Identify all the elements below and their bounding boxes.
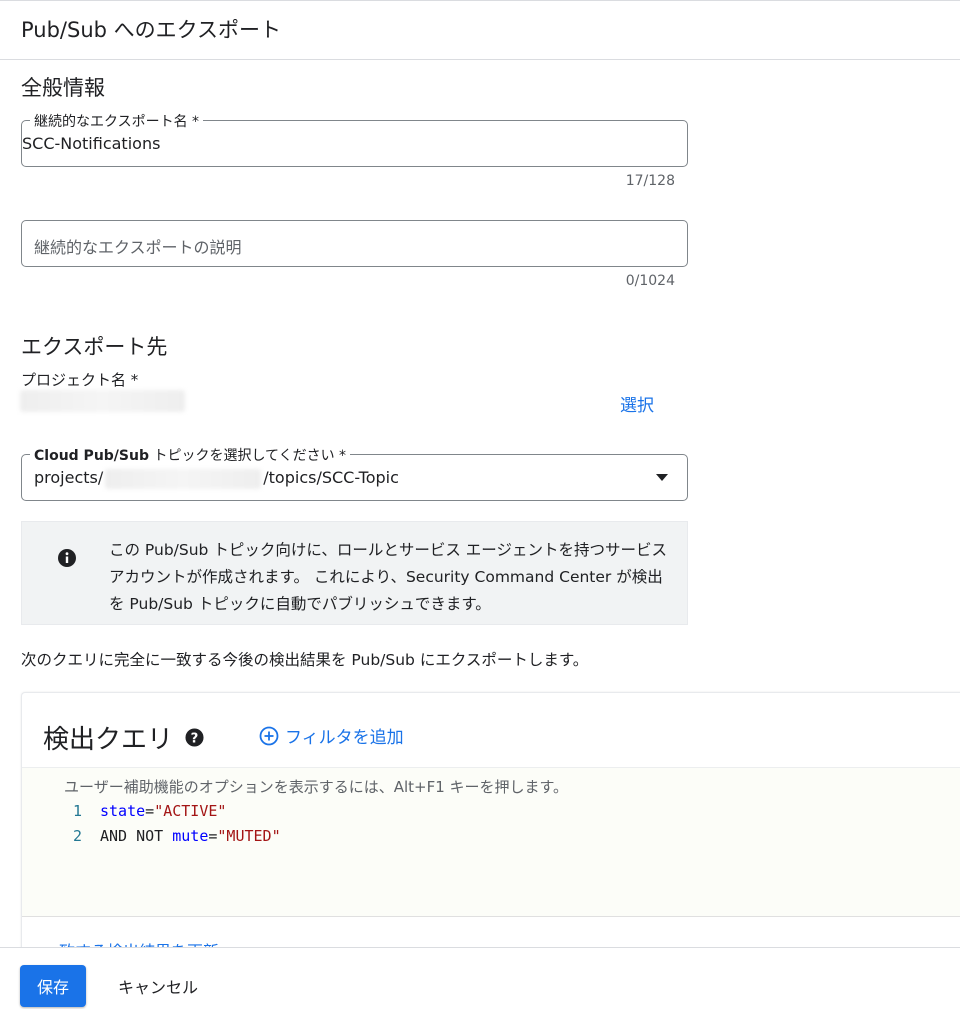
export-name-field[interactable]: 継続的なエクスポート名 * SCC-Notifications: [21, 111, 688, 167]
project-id-redacted: [105, 468, 262, 489]
export-description-placeholder: 継続的なエクスポートの説明: [34, 238, 242, 257]
export-pubsub-page: Pub/Sub へのエクスポート 全般情報 継続的なエクスポート名 * SCC-…: [0, 0, 960, 1009]
project-name-redacted: [20, 390, 185, 412]
query-editor[interactable]: ユーザー補助機能のオプションを表示するには、Alt+F1 キーを押します。 1s…: [22, 767, 960, 917]
select-project-link[interactable]: 選択: [620, 391, 654, 416]
info-banner: この Pub/Sub トピック向けに、ロールとサービス エージェントを持つサービ…: [21, 521, 688, 625]
export-name-counter: 17/128: [625, 173, 675, 189]
pubsub-topic-select[interactable]: Cloud Pub/Sub トピックを選択してください * projects//…: [21, 445, 688, 501]
line-number: 1: [72, 802, 82, 820]
code-line: 2 AND NOT mute="MUTED": [22, 827, 281, 845]
footer-actions: 保存 キャンセル: [0, 947, 960, 1009]
project-label: プロジェクト名 *: [21, 371, 139, 389]
code-line: 1 state="ACTIVE": [22, 802, 226, 820]
query-description: 次のクエリに完全に一致する今後の検出結果を Pub/Sub にエクスポートします…: [21, 651, 589, 669]
editor-accessibility-hint: ユーザー補助機能のオプションを表示するには、Alt+F1 キーを押します。: [64, 778, 569, 796]
destination-section-title: エクスポート先: [21, 335, 168, 359]
general-section-title: 全般情報: [21, 76, 105, 100]
findings-query-card: 検出クエリ ? フィルタを追加 ユーザー補助機能のオプションを表示するには、Al…: [21, 692, 960, 961]
pubsub-topic-value: projects//topics/SCC-Topic: [34, 468, 399, 489]
query-title: 検出クエリ: [43, 725, 174, 755]
page-header: Pub/Sub へのエクスポート: [0, 0, 960, 60]
cancel-button[interactable]: キャンセル: [108, 965, 208, 1007]
export-description-field[interactable]: 継続的なエクスポートの説明: [21, 220, 688, 267]
line-number: 2: [72, 827, 82, 845]
page-title: Pub/Sub へのエクスポート: [21, 18, 282, 42]
help-icon[interactable]: ?: [185, 728, 204, 747]
export-description-counter: 0/1024: [625, 273, 675, 289]
save-button[interactable]: 保存: [20, 965, 86, 1007]
svg-text:?: ?: [191, 731, 199, 746]
chevron-down-icon: [656, 474, 668, 481]
info-text: この Pub/Sub トピック向けに、ロールとサービス エージェントを持つサービ…: [109, 541, 667, 613]
add-filter-button[interactable]: フィルタを追加: [259, 723, 404, 748]
export-name-value: SCC-Notifications: [22, 134, 161, 153]
add-circle-icon: [259, 726, 279, 745]
add-filter-label: フィルタを追加: [285, 728, 404, 748]
info-icon: [58, 549, 76, 567]
export-name-label: 継続的なエクスポート名 *: [30, 111, 204, 131]
pubsub-topic-label: Cloud Pub/Sub トピックを選択してください *: [30, 445, 351, 465]
